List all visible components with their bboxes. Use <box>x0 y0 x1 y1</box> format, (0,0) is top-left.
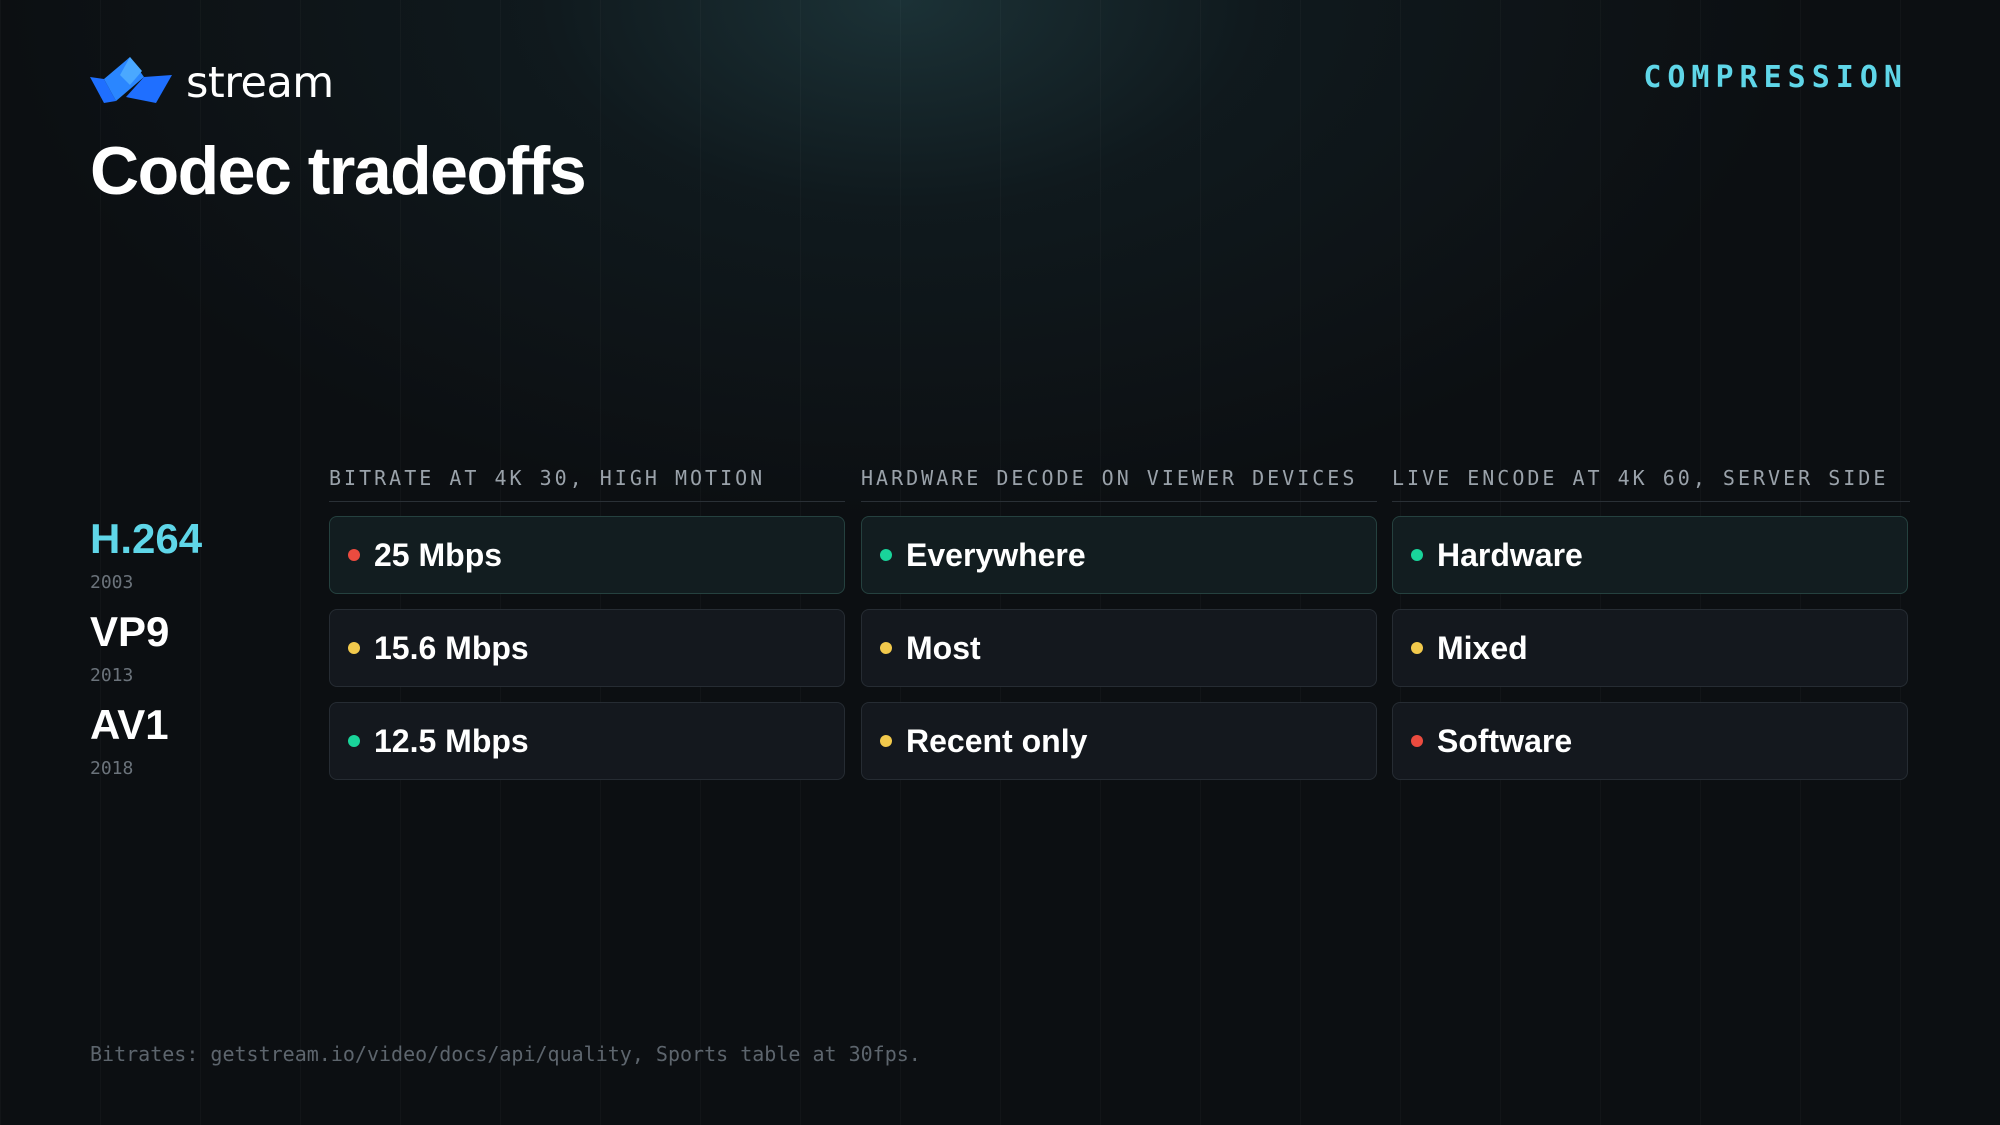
cell-av1-bitrate: 12.5 Mbps <box>329 702 845 780</box>
codec-name: H.264 <box>90 515 203 562</box>
cell-value: 12.5 Mbps <box>374 722 529 759</box>
column-divider <box>861 501 1377 502</box>
status-dot <box>348 735 360 747</box>
stream-logo-icon <box>90 57 172 103</box>
column-header-bitrate: BITRATE AT 4K 30, HIGH MOTION <box>329 466 766 490</box>
status-dot <box>348 549 360 561</box>
codec-name: AV1 <box>90 701 169 748</box>
cell-av1-live-encode: Software <box>1392 702 1908 780</box>
status-dot <box>1411 735 1423 747</box>
cell-value: Most <box>906 629 981 666</box>
status-dot <box>1411 549 1423 561</box>
cell-value: Software <box>1437 722 1573 759</box>
source-footnote: Bitrates: getstream.io/video/docs/api/qu… <box>90 1042 921 1066</box>
page-title: Codec tradeoffs <box>90 133 587 209</box>
column-divider <box>1392 501 1910 502</box>
section-tag: COMPRESSION <box>1643 60 1908 95</box>
status-dot <box>880 549 892 561</box>
brand-name: stream <box>186 57 334 108</box>
status-dot <box>880 735 892 747</box>
cell-vp9-live-encode: Mixed <box>1392 609 1908 687</box>
column-divider <box>329 501 845 502</box>
codec-year: 2003 <box>90 572 134 593</box>
status-dot <box>1411 642 1423 654</box>
status-dot <box>348 642 360 654</box>
cell-value: 25 Mbps <box>374 536 503 573</box>
cell-h264-live-encode: Hardware <box>1392 516 1908 594</box>
codec-year: 2013 <box>90 665 134 686</box>
cell-value: 15.6 Mbps <box>374 629 529 666</box>
status-dot <box>880 642 892 654</box>
row-label-h264: H.264 2003 <box>90 515 203 594</box>
row-label-av1: AV1 2018 <box>90 701 169 780</box>
cell-vp9-bitrate: 15.6 Mbps <box>329 609 845 687</box>
cell-value: Mixed <box>1437 629 1528 666</box>
row-label-vp9: VP9 2013 <box>90 608 170 687</box>
cell-vp9-hardware-decode: Most <box>861 609 1377 687</box>
cell-value: Hardware <box>1437 536 1583 573</box>
cell-value: Recent only <box>906 722 1088 759</box>
column-header-live-encode: LIVE ENCODE AT 4K 60, SERVER SIDE <box>1392 466 1889 490</box>
cell-h264-hardware-decode: Everywhere <box>861 516 1377 594</box>
codec-year: 2018 <box>90 758 134 779</box>
cell-h264-bitrate: 25 Mbps <box>329 516 845 594</box>
brand-logo: stream <box>90 55 334 107</box>
cell-av1-hardware-decode: Recent only <box>861 702 1377 780</box>
column-header-hardware-decode: HARDWARE DECODE ON VIEWER DEVICES <box>861 466 1358 490</box>
cell-value: Everywhere <box>906 536 1086 573</box>
codec-name: VP9 <box>90 608 170 655</box>
